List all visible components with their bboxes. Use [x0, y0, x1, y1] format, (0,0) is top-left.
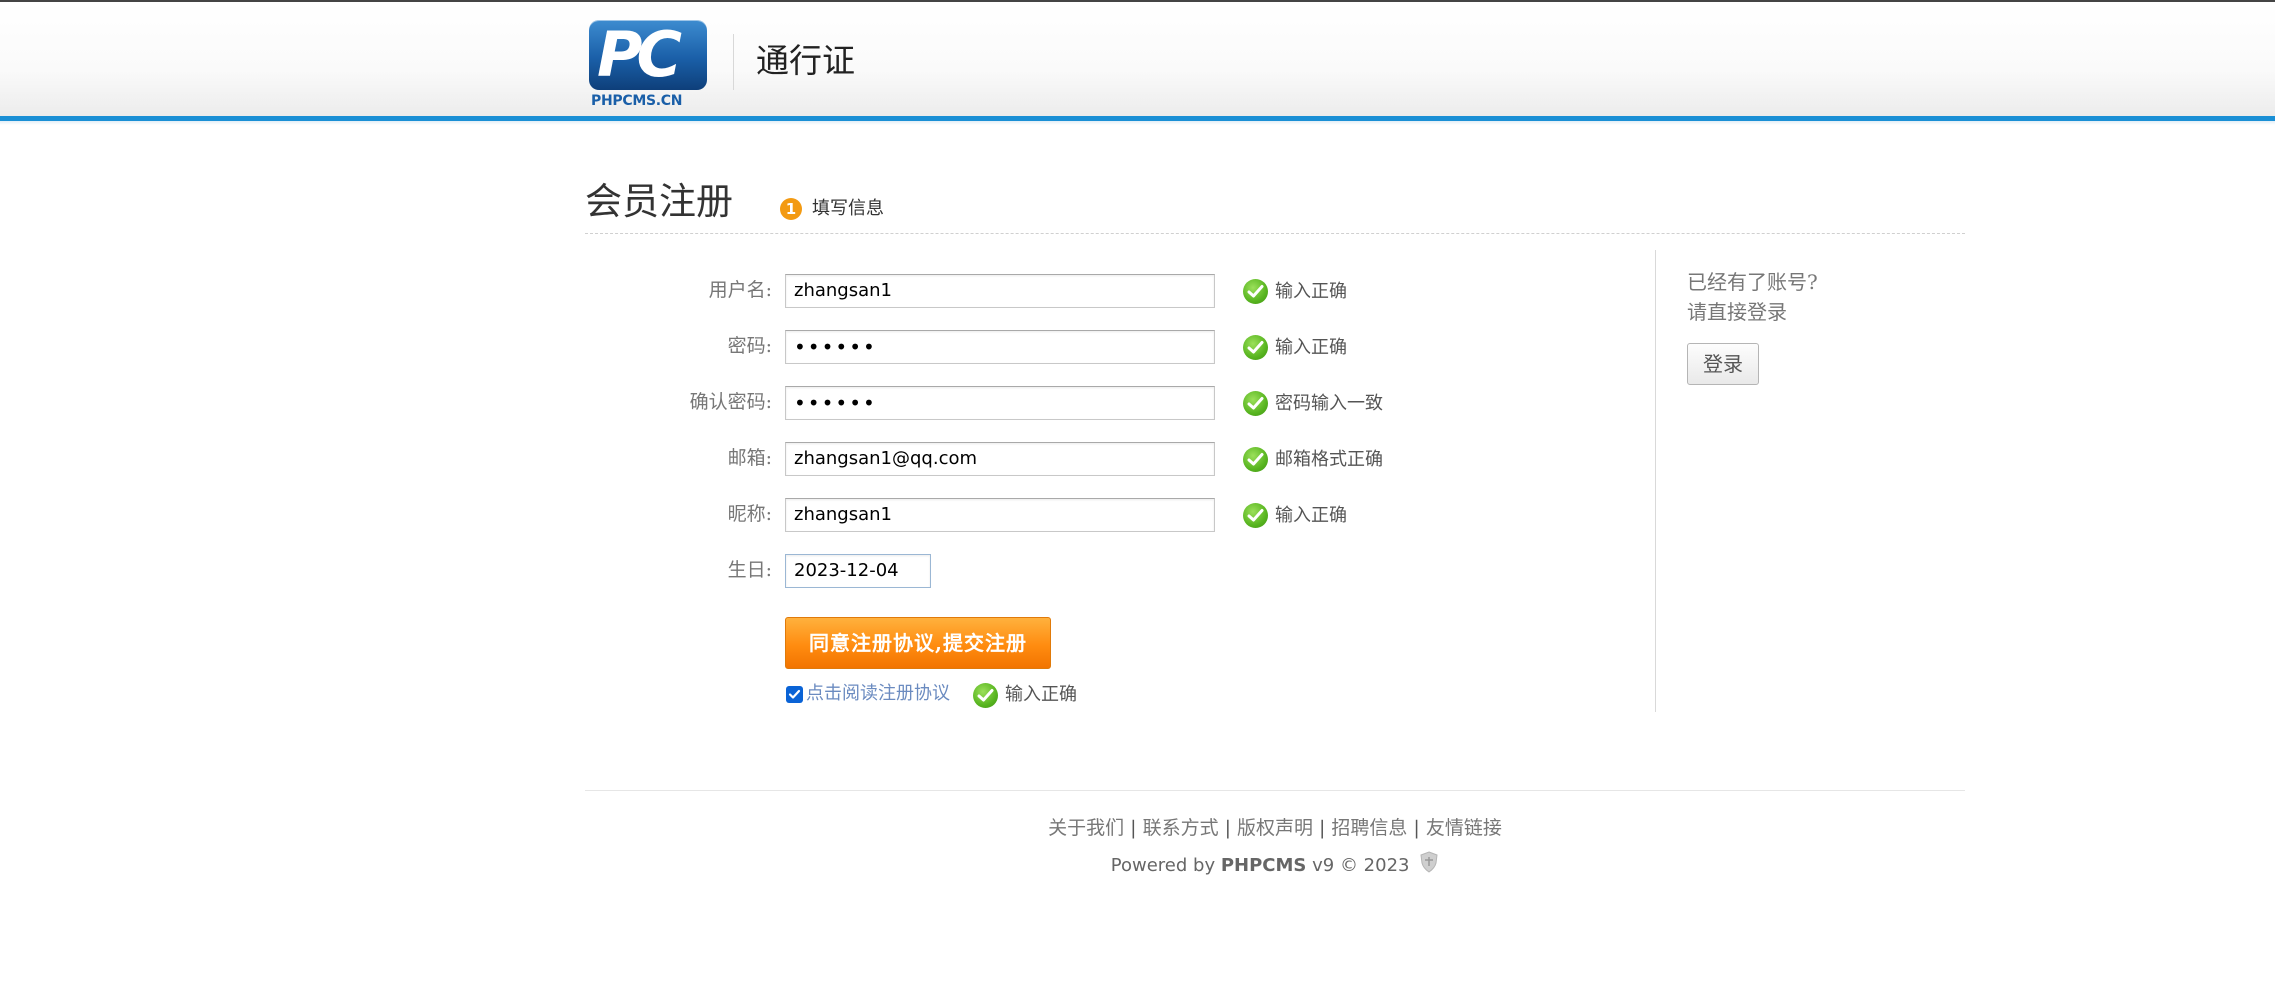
check-icon [1243, 335, 1268, 360]
footer-link-about[interactable]: 关于我们 [1048, 817, 1124, 839]
powered-suffix: v9 © 2023 [1312, 855, 1410, 876]
birthday-input[interactable]: 2023-12-04 [785, 554, 931, 588]
email-input[interactable]: zhangsan1@qq.com [785, 442, 1215, 476]
page-title: 会员注册 [585, 180, 733, 223]
powered-by: Powered by PHPCMS v9 © 2023 [585, 851, 1965, 881]
username-input[interactable]: zhangsan1 [785, 274, 1215, 308]
submit-register-button[interactable]: 同意注册协议,提交注册 [785, 617, 1051, 669]
logo-badge: PC [589, 20, 707, 90]
confirm-password-input[interactable]: •••••• [785, 386, 1215, 420]
email-message: 邮箱格式正确 [1275, 449, 1383, 470]
confirm-password-message: 密码输入一致 [1275, 393, 1383, 414]
check-icon [1243, 447, 1268, 472]
password-input[interactable]: •••••• [785, 330, 1215, 364]
logo-text: PHPCMS.CN [591, 93, 683, 109]
header-separator [733, 34, 734, 90]
agree-checkbox[interactable] [786, 686, 803, 703]
header-shadow [0, 121, 2275, 125]
nickname-message: 输入正确 [1275, 505, 1347, 526]
footer-link-friends[interactable]: 友情链接 [1426, 817, 1502, 839]
check-icon [1243, 503, 1268, 528]
step-number-badge: 1 [780, 198, 802, 220]
powered-prefix: Powered by [1110, 855, 1216, 876]
footer-separator: | [1319, 817, 1326, 839]
sidebar-divider [1655, 250, 1656, 712]
agreement-link[interactable]: 点击阅读注册协议 [806, 682, 950, 706]
agree-message: 输入正确 [1005, 684, 1077, 705]
footer-link-jobs[interactable]: 招聘信息 [1331, 817, 1407, 839]
username-label: 用户名: [708, 279, 772, 301]
login-prompt-text: 请直接登录 [1687, 300, 1787, 324]
footer-link-copyright[interactable]: 版权声明 [1237, 817, 1313, 839]
title-divider [585, 233, 1965, 234]
password-label: 密码: [727, 335, 772, 357]
header-bar [0, 2, 2275, 116]
nickname-label: 昵称: [727, 503, 772, 525]
footer-link-contact[interactable]: 联系方式 [1143, 817, 1219, 839]
footer-separator: | [1130, 817, 1137, 839]
phpcms-logo[interactable]: PC PHPCMS.CN [589, 20, 709, 112]
birthday-label: 生日: [727, 559, 772, 581]
check-icon [1243, 391, 1268, 416]
footer-separator: | [1413, 817, 1420, 839]
username-message: 输入正确 [1275, 281, 1347, 302]
logo-letters: PC [597, 18, 682, 91]
footer-links: 关于我们 | 联系方式 | 版权声明 | 招聘信息 | 友情链接 [585, 815, 1965, 841]
login-button[interactable]: 登录 [1687, 343, 1759, 385]
footer-divider [585, 790, 1965, 791]
confirm-password-label: 确认密码: [689, 391, 772, 413]
email-label: 邮箱: [727, 447, 772, 469]
have-account-text: 已经有了账号? [1687, 270, 1818, 294]
check-icon [1243, 279, 1268, 304]
check-icon [973, 683, 998, 708]
site-name: 通行证 [756, 41, 855, 80]
step-label: 填写信息 [812, 198, 884, 219]
powered-brand[interactable]: PHPCMS [1221, 855, 1307, 876]
nickname-input[interactable]: zhangsan1 [785, 498, 1215, 532]
footer-separator: | [1224, 817, 1231, 839]
shield-icon [1419, 851, 1439, 881]
password-message: 输入正确 [1275, 337, 1347, 358]
